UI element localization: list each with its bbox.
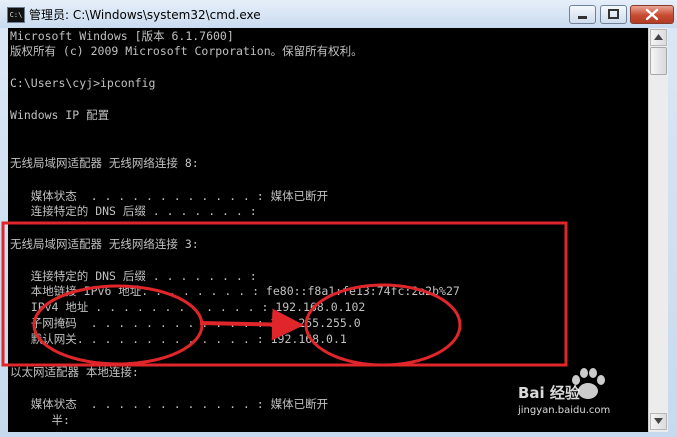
minimize-button[interactable]: [569, 5, 596, 24]
console-line: IPv4 地址 . . . . . . . . . . . . : 192.16…: [10, 300, 366, 314]
console-line: 无线局域网适配器 无线网络连接 3:: [10, 237, 199, 251]
console-line: 本地链接 IPv6 地址. . . . . . . . : fe80::f8a1…: [10, 284, 460, 298]
scroll-thumb[interactable]: [650, 47, 667, 75]
console-line: 以太网适配器 本地连接:: [10, 365, 139, 379]
minimize-icon: [578, 16, 587, 19]
maximize-icon: [608, 9, 619, 19]
window-title: 管理员: C:\Windows\system32\cmd.exe: [29, 8, 261, 22]
console-line: 连接特定的 DNS 后缀 . . . . . . . :: [10, 204, 257, 218]
watermark-brand: Bai 经验: [518, 384, 580, 402]
console-line: 无线局域网适配器 无线网络连接 8:: [10, 156, 199, 170]
maximize-button[interactable]: [600, 5, 627, 24]
console-line: 半:: [10, 413, 70, 427]
console-line: C:\Users\cyj>ipconfig: [10, 76, 156, 90]
scroll-up-button[interactable]: [650, 29, 667, 46]
console-line: 媒体状态 . . . . . . . . . . . . : 媒体已断开: [10, 397, 329, 411]
console-line: 连接特定的 DNS 后缀 . . . . . . . :: [10, 269, 257, 283]
console-line: 版权所有 (c) 2009 Microsoft Corporation。保留所有…: [10, 44, 363, 58]
close-button[interactable]: [630, 5, 674, 24]
close-icon: [645, 8, 659, 21]
cmd-app-icon[interactable]: C:\: [7, 7, 25, 23]
baidu-jingyan-watermark: Bai 经验 jingyan.baidu.com: [518, 366, 668, 430]
watermark-url: jingyan.baidu.com: [518, 405, 611, 416]
console-line: 默认网关. . . . . . . . . . . . . : 192.168.…: [10, 332, 347, 346]
console-line: Microsoft Windows [版本 6.1.7600]: [10, 29, 234, 43]
title-bar[interactable]: C:\ 管理员: C:\Windows\system32\cmd.exe: [0, 0, 677, 28]
console-line: 子网掩码 . . . . . . . . . . . . : 255.255.2…: [10, 316, 361, 330]
console-line: Windows IP 配置: [10, 108, 110, 122]
arrow-up-icon: [654, 34, 663, 40]
console-line: 媒体状态 . . . . . . . . . . . . : 媒体已断开: [10, 189, 329, 203]
